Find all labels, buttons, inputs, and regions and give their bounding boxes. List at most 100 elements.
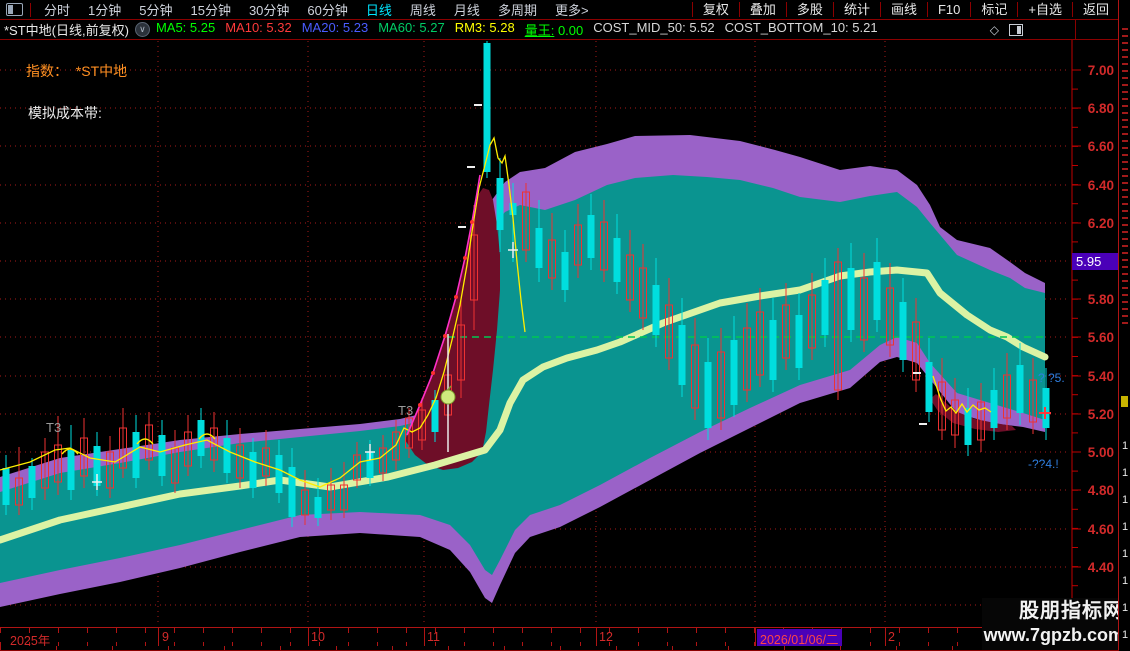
- blue-annotation: -??4.!: [1028, 457, 1059, 471]
- red-dot-marker: [470, 220, 474, 224]
- period-tab-分时[interactable]: 分时: [35, 0, 79, 19]
- price-axis-label: 5.60: [1088, 330, 1114, 345]
- t3-signal-label: T3: [46, 420, 61, 435]
- red-dot-marker: [418, 403, 422, 407]
- menu-画线[interactable]: 画线: [879, 2, 927, 17]
- menu-叠加[interactable]: 叠加: [738, 2, 786, 17]
- price-chart[interactable]: T3 T3 ? ?5. -??4.! 7.00 6.80 6.60 6.40 6.20 5.80 5…: [0, 0, 1130, 650]
- indicator-量王: 量王: 0.00: [524, 23, 584, 38]
- diamond-icon[interactable]: ◇: [990, 23, 999, 37]
- menu-复权[interactable]: 复权: [691, 2, 739, 17]
- menu-多股[interactable]: 多股: [785, 2, 833, 17]
- time-axis-secondary: [0, 646, 1119, 651]
- axis-date-label: 9: [162, 630, 169, 644]
- candle-down: [496, 178, 504, 230]
- indicator-COST_MID_50: COST_MID_50: 5.52: [593, 20, 715, 35]
- indicator-COST_BOTTOM_10: COST_BOTTOM_10: 5.21: [724, 20, 878, 35]
- candle-down: [28, 466, 36, 498]
- watermark-url: www.7gpzb.com: [983, 625, 1124, 645]
- band-label: 模拟成本带:: [28, 105, 102, 121]
- period-tab-月线[interactable]: 月线: [445, 0, 489, 19]
- divider: [30, 2, 31, 17]
- period-tab-多周期[interactable]: 多周期: [489, 0, 546, 19]
- axis-gridline: [885, 628, 886, 646]
- candle-down: [678, 325, 686, 385]
- candle-down: [2, 468, 10, 505]
- index-label: 指数： *ST中地: [26, 63, 128, 79]
- period-tab-更多>[interactable]: 更多>: [546, 0, 598, 19]
- right-edge-panel: 11111111: [1118, 0, 1130, 650]
- indicator-MA20: MA20: 5.23: [301, 20, 369, 35]
- axis-date-label: 10: [311, 630, 325, 644]
- period-tab-60分钟[interactable]: 60分钟: [298, 0, 356, 19]
- trading-app-window: T3 T3 ? ?5. -??4.! 7.00 6.80 6.60 6.40 6.20 5.80 5…: [0, 0, 1130, 651]
- axis-date-label: 11: [427, 630, 440, 644]
- red-dot-marker: [463, 256, 467, 260]
- candle-down: [535, 228, 543, 268]
- indicator-RM3: RM3: 5.28: [454, 20, 515, 35]
- apple-marker: [440, 389, 456, 405]
- candle-down: [821, 280, 829, 335]
- price-axis-label: 6.20: [1088, 216, 1114, 231]
- price-axis-label: 6.40: [1088, 178, 1114, 193]
- candle-down: [769, 320, 777, 380]
- current-price-value: 5.95: [1076, 254, 1101, 269]
- candle-down: [704, 362, 712, 428]
- red-dot-marker: [443, 334, 447, 338]
- strip-digits: 11111111: [1122, 440, 1129, 641]
- menu-统计[interactable]: 统计: [832, 2, 880, 17]
- candle-down: [158, 435, 166, 476]
- layout-icon[interactable]: [6, 3, 23, 16]
- candle-down: [990, 390, 998, 428]
- strip-highlight: [1121, 396, 1128, 407]
- candle-down: [483, 43, 491, 172]
- indicator-MA60: MA60: 5.27: [378, 20, 445, 35]
- candle-down: [314, 497, 322, 518]
- red-dot-marker: [454, 295, 458, 299]
- candle-down: [899, 302, 907, 360]
- chevron-down-icon[interactable]: ∨: [134, 22, 150, 37]
- period-tab-1分钟[interactable]: 1分钟: [79, 0, 130, 19]
- candle-down: [132, 432, 140, 478]
- candle-down: [197, 420, 205, 456]
- period-tab-5分钟[interactable]: 5分钟: [130, 0, 181, 19]
- vertical-text-strip: [1122, 28, 1128, 328]
- menu-标记[interactable]: 标记: [970, 2, 1017, 17]
- candle-down: [67, 450, 75, 490]
- period-tab-日线[interactable]: 日线: [357, 0, 401, 19]
- toolbar-right-menu: 复权 叠加 多股 统计 画线 F10 标记 +自选 返回: [691, 0, 1119, 19]
- stock-title: *ST中地(日线,前复权): [4, 23, 129, 38]
- indicator-MA5: MA5: 5.25: [155, 20, 216, 35]
- candle-down: [223, 438, 231, 473]
- price-axis-label: 5.00: [1088, 445, 1114, 460]
- candle-down: [925, 362, 933, 412]
- time-axis[interactable]: 2025年 9 10 11 12 2026/01/06/二 2: [0, 627, 1119, 648]
- axis-date-label: 12: [599, 630, 613, 644]
- menu-返回[interactable]: 返回: [1071, 2, 1119, 17]
- candle-down: [964, 408, 972, 445]
- blue-annotation: ? ?5.: [1038, 371, 1065, 385]
- candle-down: [652, 285, 660, 335]
- price-axis-label: 5.40: [1088, 369, 1114, 384]
- candle-down: [275, 455, 283, 493]
- candle-down: [561, 252, 569, 290]
- candle-down: [847, 268, 855, 330]
- axis-gridline: [158, 628, 159, 646]
- period-tab-30分钟[interactable]: 30分钟: [240, 0, 298, 19]
- candle-down: [1016, 365, 1024, 413]
- panel-toggle-icon[interactable]: [1009, 23, 1023, 36]
- indicator-bar: *ST中地(日线,前复权) ∨ MA5: 5.25 MA10: 5.32 MA20:…: [0, 20, 1119, 40]
- candle-down: [249, 452, 257, 488]
- period-tab-15分钟[interactable]: 15分钟: [181, 0, 239, 19]
- price-axis-label: 6.80: [1088, 101, 1114, 116]
- menu-F10[interactable]: F10: [926, 2, 970, 17]
- axis-date-label: 2: [888, 630, 895, 644]
- candle-down: [613, 238, 621, 282]
- period-tabs: 分时 1分钟 5分钟 15分钟 30分钟 60分钟 日线 周线 月线 多周期 更多>: [35, 0, 598, 19]
- menu-+自选[interactable]: +自选: [1017, 2, 1072, 17]
- axis-gridline: [308, 628, 309, 646]
- red-dot-marker: [431, 371, 435, 375]
- period-toolbar: 分时 1分钟 5分钟 15分钟 30分钟 60分钟 日线 周线 月线 多周期 更多> 复权 叠加 多股统…: [0, 0, 1119, 20]
- period-tab-周线[interactable]: 周线: [401, 0, 445, 19]
- price-axis-label: 6.60: [1088, 139, 1114, 154]
